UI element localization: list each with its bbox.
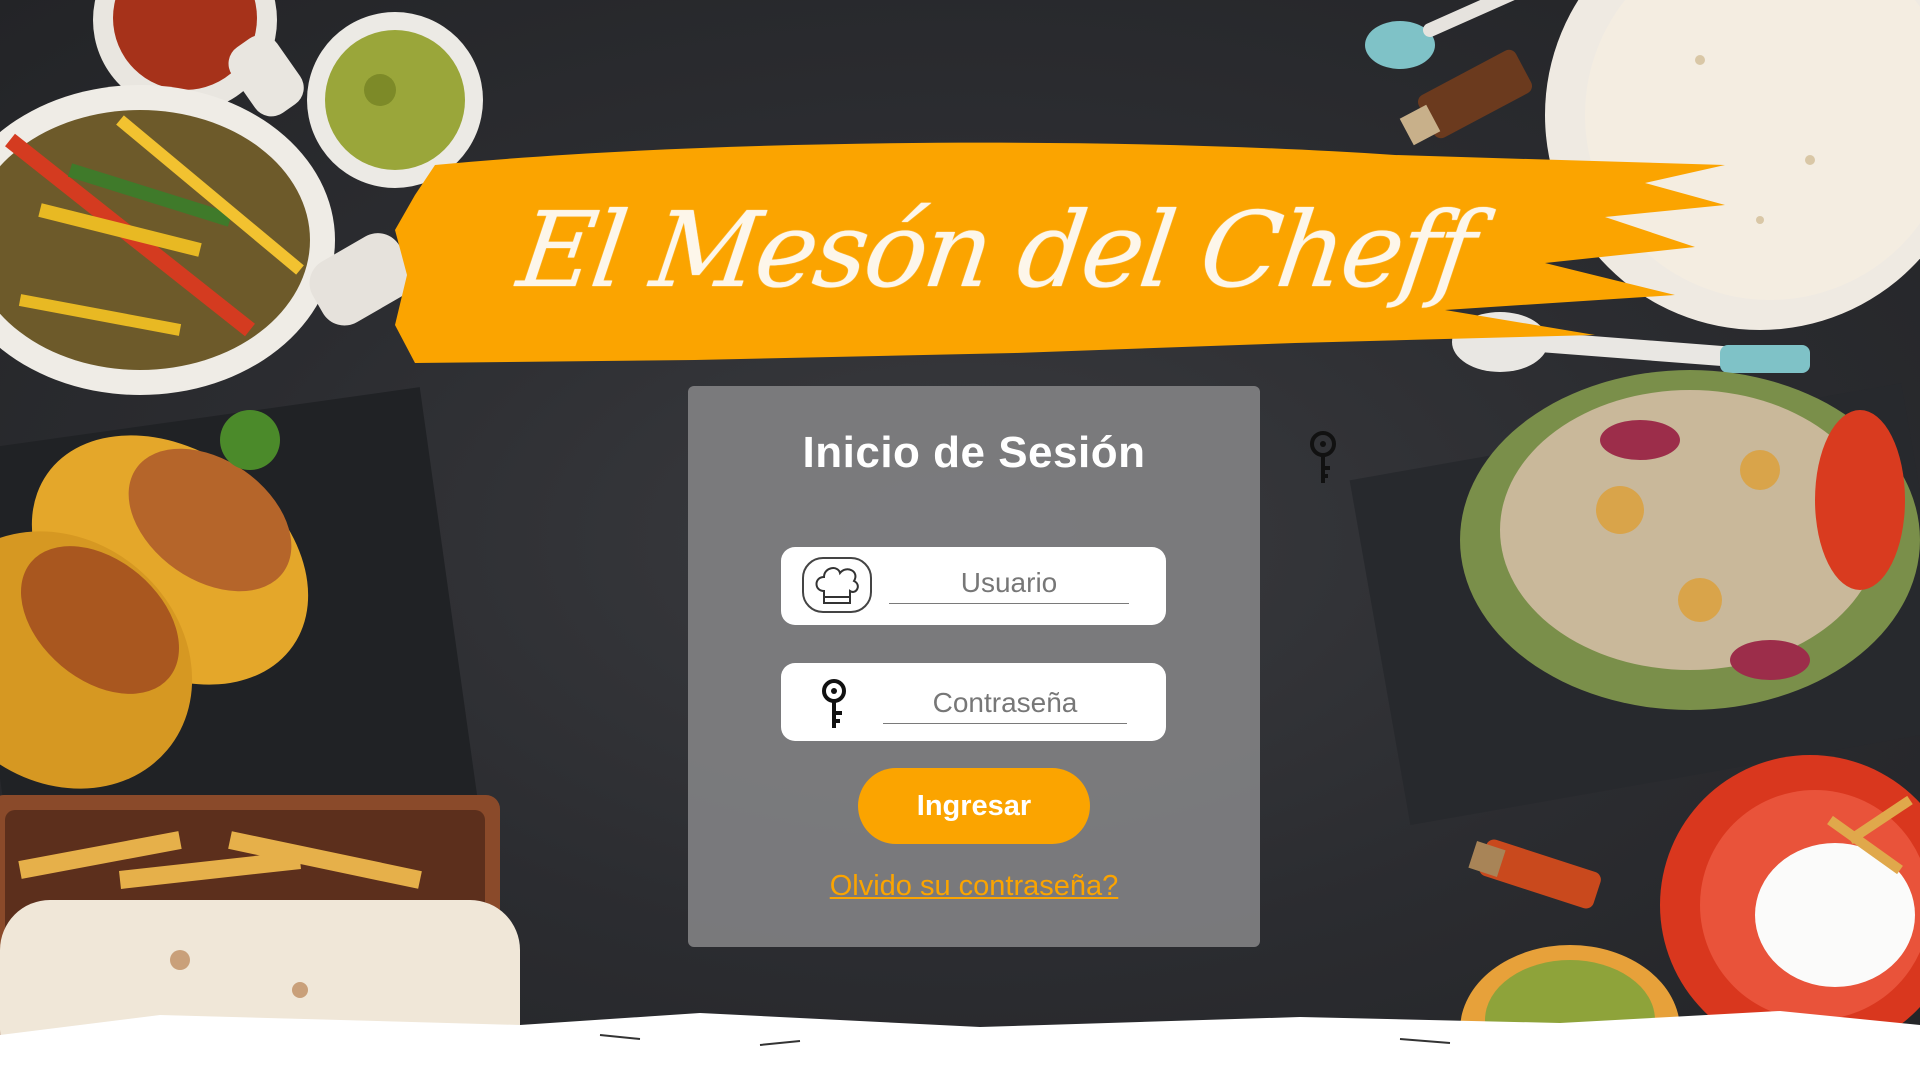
fajita-dish-image (0, 85, 413, 395)
key-icon (822, 679, 846, 728)
spoon-top-image (1365, 0, 1515, 69)
tacos-plate-image (0, 387, 479, 869)
login-title: Inicio de Sesión (802, 428, 1146, 477)
hot-sauce-bottle-image (1468, 839, 1601, 909)
login-screen: El Mesón del Cheff Inicio de Sesión Ingr… (0, 0, 1920, 1080)
password-field (781, 663, 1166, 741)
app-title: El Mesón del Cheff (511, 189, 1481, 311)
username-field (781, 547, 1166, 625)
username-input[interactable] (889, 563, 1129, 604)
login-button[interactable]: Ingresar (858, 768, 1090, 844)
bottom-brush-decoration (0, 1011, 1920, 1080)
spice-bottle-image (1399, 49, 1533, 146)
salsa-bowl-image (93, 0, 304, 117)
salad-plate-image (1349, 370, 1920, 826)
login-panel: Inicio de Sesión Ingresar Olvido su cont… (688, 386, 1260, 947)
password-input[interactable] (883, 683, 1127, 724)
chef-hat-icon (802, 557, 872, 613)
key-icon (1310, 431, 1336, 483)
forgot-password-link[interactable]: Olvido su contraseña? (688, 870, 1260, 903)
